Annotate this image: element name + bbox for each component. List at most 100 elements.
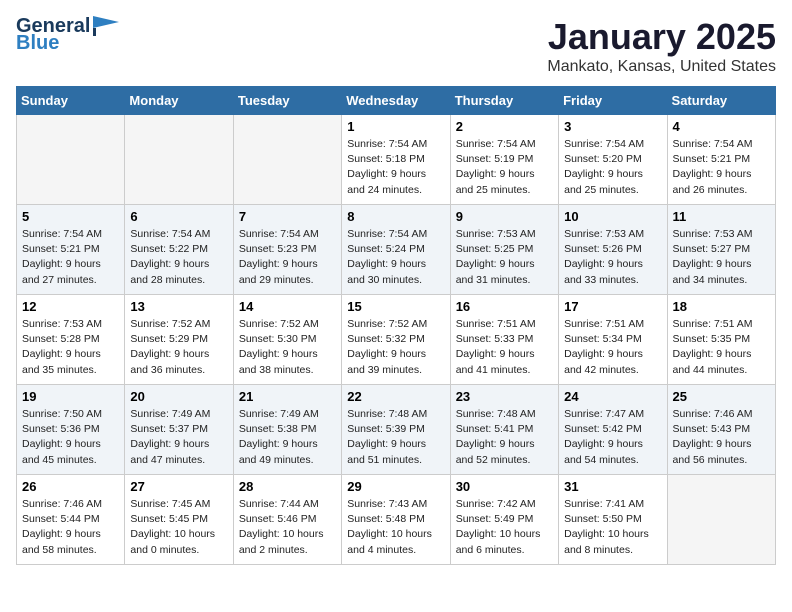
calendar-cell: 7 Sunrise: 7:54 AM Sunset: 5:23 PM Daylig… xyxy=(233,205,341,295)
calendar-cell: 23 Sunrise: 7:48 AM Sunset: 5:41 PM Dayli… xyxy=(450,385,558,475)
calendar-cell: 4Sunrise: 7:54 AM Sunset: 5:21 PM Daylig… xyxy=(667,115,775,205)
calendar-cell: 27Sunrise: 7:45 AM Sunset: 5:45 PM Dayli… xyxy=(125,475,233,565)
week-row-2: 5Sunrise: 7:54 AM Sunset: 5:21 PM Daylig… xyxy=(17,205,776,295)
day-number: 14 xyxy=(239,299,336,314)
day-info: Sunrise: 7:54 AM Sunset: 5:24 PM Dayligh… xyxy=(347,227,444,288)
day-number: 16 xyxy=(456,299,553,314)
calendar-cell: 29 Sunrise: 7:43 AM Sunset: 5:48 PM Dayli… xyxy=(342,475,450,565)
calendar-cell: 2 Sunrise: 7:54 AM Sunset: 5:19 PM Daylig… xyxy=(450,115,558,205)
day-number: 23 xyxy=(456,389,553,404)
title-area: January 2025 Mankato, Kansas, United Sta… xyxy=(547,16,776,76)
day-number: 4 xyxy=(673,119,770,134)
calendar-cell: 22 Sunrise: 7:48 AM Sunset: 5:39 PM Dayli… xyxy=(342,385,450,475)
calendar-cell xyxy=(233,115,341,205)
weekday-header-row: SundayMondayTuesdayWednesdayThursdayFrid… xyxy=(17,87,776,115)
week-row-4: 19Sunrise: 7:50 AM Sunset: 5:36 PM Dayli… xyxy=(17,385,776,475)
calendar-cell: 13Sunrise: 7:52 AM Sunset: 5:29 PM Dayli… xyxy=(125,295,233,385)
calendar-cell: 20Sunrise: 7:49 AM Sunset: 5:37 PM Dayli… xyxy=(125,385,233,475)
day-info: Sunrise: 7:43 AM Sunset: 5:48 PM Dayligh… xyxy=(347,497,444,558)
day-number: 9 xyxy=(456,209,553,224)
calendar-cell: 14 Sunrise: 7:52 AM Sunset: 5:30 PM Dayli… xyxy=(233,295,341,385)
day-info: Sunrise: 7:53 AM Sunset: 5:27 PM Dayligh… xyxy=(673,227,770,288)
calendar-cell xyxy=(17,115,125,205)
week-row-1: 1 Sunrise: 7:54 AM Sunset: 5:18 PM Daylig… xyxy=(17,115,776,205)
day-info: Sunrise: 7:53 AM Sunset: 5:26 PM Dayligh… xyxy=(564,227,661,288)
calendar-cell: 15 Sunrise: 7:52 AM Sunset: 5:32 PM Dayli… xyxy=(342,295,450,385)
day-info: Sunrise: 7:46 AM Sunset: 5:44 PM Dayligh… xyxy=(22,497,119,558)
day-number: 24 xyxy=(564,389,661,404)
calendar-cell: 24 Sunrise: 7:47 AM Sunset: 5:42 PM Dayli… xyxy=(559,385,667,475)
calendar-cell: 1 Sunrise: 7:54 AM Sunset: 5:18 PM Daylig… xyxy=(342,115,450,205)
weekday-header-tuesday: Tuesday xyxy=(233,87,341,115)
day-info: Sunrise: 7:47 AM Sunset: 5:42 PM Dayligh… xyxy=(564,407,661,468)
day-number: 30 xyxy=(456,479,553,494)
calendar-cell: 17 Sunrise: 7:51 AM Sunset: 5:34 PM Dayli… xyxy=(559,295,667,385)
day-info: Sunrise: 7:54 AM Sunset: 5:19 PM Dayligh… xyxy=(456,137,553,198)
calendar-cell: 11 Sunrise: 7:53 AM Sunset: 5:27 PM Dayli… xyxy=(667,205,775,295)
weekday-header-monday: Monday xyxy=(125,87,233,115)
calendar-cell: 21Sunrise: 7:49 AM Sunset: 5:38 PM Dayli… xyxy=(233,385,341,475)
day-number: 7 xyxy=(239,209,336,224)
calendar-cell xyxy=(125,115,233,205)
weekday-header-friday: Friday xyxy=(559,87,667,115)
calendar-cell: 26 Sunrise: 7:46 AM Sunset: 5:44 PM Dayli… xyxy=(17,475,125,565)
day-info: Sunrise: 7:54 AM Sunset: 5:18 PM Dayligh… xyxy=(347,137,444,198)
logo-flag-icon xyxy=(93,16,119,36)
day-info: Sunrise: 7:41 AM Sunset: 5:50 PM Dayligh… xyxy=(564,497,661,558)
calendar-subtitle: Mankato, Kansas, United States xyxy=(547,58,776,76)
calendar-cell: 19Sunrise: 7:50 AM Sunset: 5:36 PM Dayli… xyxy=(17,385,125,475)
day-number: 31 xyxy=(564,479,661,494)
day-number: 13 xyxy=(130,299,227,314)
week-row-5: 26 Sunrise: 7:46 AM Sunset: 5:44 PM Dayli… xyxy=(17,475,776,565)
day-number: 22 xyxy=(347,389,444,404)
calendar-cell: 28Sunrise: 7:44 AM Sunset: 5:46 PM Dayli… xyxy=(233,475,341,565)
day-number: 3 xyxy=(564,119,661,134)
calendar-cell: 12Sunrise: 7:53 AM Sunset: 5:28 PM Dayli… xyxy=(17,295,125,385)
day-number: 8 xyxy=(347,209,444,224)
calendar-cell: 18Sunrise: 7:51 AM Sunset: 5:35 PM Dayli… xyxy=(667,295,775,385)
day-number: 11 xyxy=(673,209,770,224)
calendar-cell xyxy=(667,475,775,565)
weekday-header-sunday: Sunday xyxy=(17,87,125,115)
calendar-cell: 25 Sunrise: 7:46 AM Sunset: 5:43 PM Dayli… xyxy=(667,385,775,475)
day-number: 15 xyxy=(347,299,444,314)
day-info: Sunrise: 7:51 AM Sunset: 5:34 PM Dayligh… xyxy=(564,317,661,378)
day-number: 1 xyxy=(347,119,444,134)
day-info: Sunrise: 7:46 AM Sunset: 5:43 PM Dayligh… xyxy=(673,407,770,468)
day-info: Sunrise: 7:48 AM Sunset: 5:39 PM Dayligh… xyxy=(347,407,444,468)
calendar-cell: 8 Sunrise: 7:54 AM Sunset: 5:24 PM Daylig… xyxy=(342,205,450,295)
day-number: 17 xyxy=(564,299,661,314)
day-info: Sunrise: 7:44 AM Sunset: 5:46 PM Dayligh… xyxy=(239,497,336,558)
day-number: 21 xyxy=(239,389,336,404)
day-info: Sunrise: 7:51 AM Sunset: 5:33 PM Dayligh… xyxy=(456,317,553,378)
day-info: Sunrise: 7:49 AM Sunset: 5:37 PM Dayligh… xyxy=(130,407,227,468)
day-number: 29 xyxy=(347,479,444,494)
day-number: 26 xyxy=(22,479,119,494)
day-info: Sunrise: 7:54 AM Sunset: 5:22 PM Dayligh… xyxy=(130,227,227,288)
logo: General Blue xyxy=(16,16,119,55)
day-info: Sunrise: 7:52 AM Sunset: 5:30 PM Dayligh… xyxy=(239,317,336,378)
day-info: Sunrise: 7:48 AM Sunset: 5:41 PM Dayligh… xyxy=(456,407,553,468)
day-number: 6 xyxy=(130,209,227,224)
day-number: 2 xyxy=(456,119,553,134)
day-info: Sunrise: 7:54 AM Sunset: 5:23 PM Dayligh… xyxy=(239,227,336,288)
day-info: Sunrise: 7:53 AM Sunset: 5:25 PM Dayligh… xyxy=(456,227,553,288)
day-number: 25 xyxy=(673,389,770,404)
week-row-3: 12Sunrise: 7:53 AM Sunset: 5:28 PM Dayli… xyxy=(17,295,776,385)
calendar-table: SundayMondayTuesdayWednesdayThursdayFrid… xyxy=(16,86,776,565)
day-info: Sunrise: 7:45 AM Sunset: 5:45 PM Dayligh… xyxy=(130,497,227,558)
calendar-cell: 31 Sunrise: 7:41 AM Sunset: 5:50 PM Dayli… xyxy=(559,475,667,565)
calendar-cell: 5Sunrise: 7:54 AM Sunset: 5:21 PM Daylig… xyxy=(17,205,125,295)
day-number: 10 xyxy=(564,209,661,224)
calendar-cell: 6 Sunrise: 7:54 AM Sunset: 5:22 PM Daylig… xyxy=(125,205,233,295)
calendar-cell: 16 Sunrise: 7:51 AM Sunset: 5:33 PM Dayli… xyxy=(450,295,558,385)
calendar-title: January 2025 xyxy=(547,16,776,58)
calendar-cell: 10 Sunrise: 7:53 AM Sunset: 5:26 PM Dayli… xyxy=(559,205,667,295)
page-header: General Blue January 2025 Mankato, Kansa… xyxy=(16,16,776,76)
calendar-cell: 3Sunrise: 7:54 AM Sunset: 5:20 PM Daylig… xyxy=(559,115,667,205)
calendar-cell: 30Sunrise: 7:42 AM Sunset: 5:49 PM Dayli… xyxy=(450,475,558,565)
logo-blue: Blue xyxy=(16,32,59,55)
weekday-header-thursday: Thursday xyxy=(450,87,558,115)
day-info: Sunrise: 7:52 AM Sunset: 5:32 PM Dayligh… xyxy=(347,317,444,378)
day-info: Sunrise: 7:50 AM Sunset: 5:36 PM Dayligh… xyxy=(22,407,119,468)
